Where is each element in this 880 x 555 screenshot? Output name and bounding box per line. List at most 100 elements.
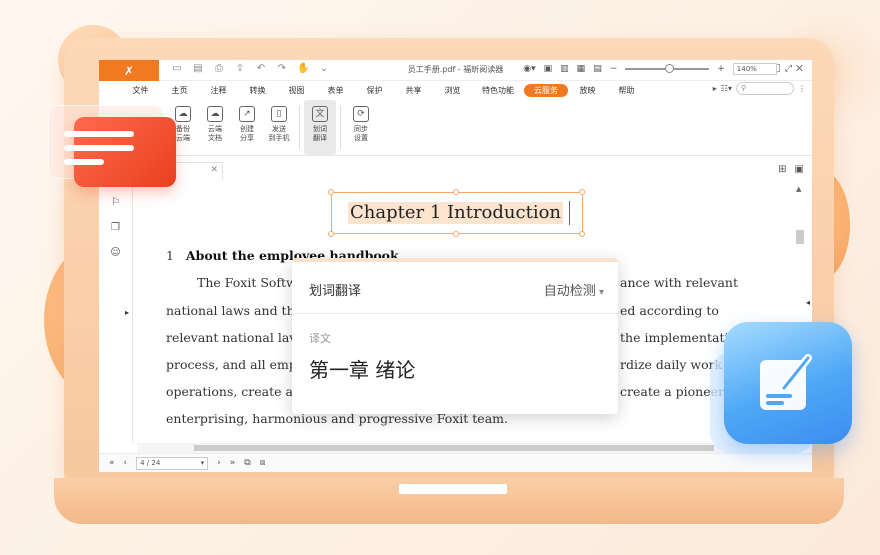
cloud-backup-icon: ☁ [175, 106, 191, 122]
selection-handle[interactable] [453, 189, 459, 195]
fit-page-icon[interactable]: ⧈ [260, 458, 266, 468]
horizontal-scrollbar[interactable] [137, 443, 797, 453]
menu-item[interactable]: 帮助 [607, 85, 646, 96]
collapse-right-icon[interactable]: ◂ [806, 298, 810, 307]
button-label: 创建 [240, 125, 254, 133]
sync-settings-button[interactable]: ⟳ 同步 设置 [345, 100, 377, 155]
body-text: relevant national lav [166, 330, 297, 345]
zoom-level[interactable]: 140% [732, 63, 777, 75]
section-number: 1 [166, 248, 174, 263]
selection-handle[interactable] [579, 231, 585, 237]
menu-bar: 文件 主页 注释 转换 视图 表单 保护 共享 浏览 特色功能 云服务 放映 帮… [99, 81, 812, 99]
close-icon[interactable]: ✕ [795, 62, 804, 75]
translation-label: 译文 [309, 332, 331, 345]
zoom-in-icon[interactable]: + [717, 64, 725, 74]
menu-item[interactable]: 转换 [238, 85, 277, 96]
page-number-input[interactable]: 4 / 24 [136, 456, 209, 470]
last-page-icon[interactable]: » [230, 458, 236, 468]
page-heading[interactable]: Chapter 1 Introduction [348, 202, 563, 224]
button-label: 云端 [208, 125, 222, 133]
spread-icon[interactable]: ▤ [593, 64, 602, 74]
selection-handle[interactable] [328, 189, 334, 195]
cloud-doc-icon: ☁ [207, 106, 223, 122]
selection-handle[interactable] [328, 231, 334, 237]
zoom-slider[interactable] [625, 64, 710, 73]
button-label: 同步 [354, 125, 368, 133]
menu-item[interactable]: 共享 [394, 85, 433, 96]
translation-popup: 划词翻译 自动检测 译文 第一章 绪论 [292, 258, 618, 414]
button-label: 划词 [313, 125, 327, 133]
zoom-knob[interactable] [665, 64, 675, 73]
icon-line [64, 145, 134, 151]
body-text: national laws and th [166, 303, 295, 318]
button-label: 翻译 [313, 134, 327, 142]
menu-item[interactable]: 视图 [277, 85, 316, 96]
menu-item[interactable]: 注释 [199, 85, 238, 96]
menu-item[interactable]: 主页 [160, 85, 199, 96]
button-label: 云端 [176, 134, 190, 142]
button-label: 设置 [354, 134, 368, 142]
menu-item[interactable]: 特色功能 [472, 85, 524, 96]
layout-icon[interactable]: ☷▾ [721, 84, 732, 93]
prev-page-icon[interactable]: ‹ [124, 458, 128, 468]
menu-item[interactable]: 放映 [568, 85, 607, 96]
button-label: 文档 [208, 134, 222, 142]
popup-title: 划词翻译 [309, 284, 362, 299]
comment-icon[interactable]: ☺ [110, 247, 120, 258]
body-text: ance with relevant [620, 275, 738, 290]
single-page-icon[interactable]: ▣ [544, 64, 553, 74]
close-tab-icon[interactable]: ✕ [210, 165, 218, 175]
button-label: 发送 [272, 125, 286, 133]
tab-tools: ⊞ ▣ [778, 164, 804, 175]
language-detect-dropdown[interactable]: 自动检测 [544, 280, 604, 299]
ribbon-toolbar: ☁ 备份 云端 ☁ 云端 文档 ↗ 创建 分享 ▯ 发送 到手机 文 划词 翻译… [99, 100, 812, 156]
expand-arrow-icon[interactable]: ▸ [713, 84, 717, 93]
icon-line [64, 159, 104, 165]
create-share-button[interactable]: ↗ 创建 分享 [231, 100, 263, 155]
selected-heading-box[interactable]: Chapter 1 Introduction [331, 192, 583, 234]
first-page-icon[interactable]: « [109, 458, 115, 468]
share-icon: ↗ [239, 106, 255, 122]
pen-note-icon [760, 354, 812, 410]
translation-result: 第一章 绪论 [309, 358, 416, 382]
text-lines-icon [64, 117, 176, 187]
zoom-out-icon[interactable]: − [610, 64, 618, 74]
body-text: process, and all emp [166, 357, 297, 372]
bookmark-icon[interactable]: ⚐ [111, 197, 120, 208]
menu-item[interactable]: 文件 [121, 85, 160, 96]
copy-page-icon[interactable]: ⧉ [244, 458, 250, 468]
cloud-doc-button[interactable]: ☁ 云端 文档 [199, 100, 231, 155]
translate-button[interactable]: 文 划词 翻译 [304, 100, 336, 155]
scroll-thumb[interactable] [194, 445, 714, 451]
menu-right-tools: ▸ ☷▾ ⚲ ⋮ [713, 82, 806, 95]
body-text: rdize daily work [620, 357, 723, 372]
selection-handle[interactable] [579, 189, 585, 195]
fullscreen-icon[interactable]: ⤢ [785, 64, 792, 74]
body-text: operations, create a [166, 384, 293, 399]
scroll-thumb[interactable] [796, 230, 804, 244]
floating-document-badge [48, 105, 176, 187]
selection-handle[interactable] [453, 231, 459, 237]
grid-view-icon[interactable]: ⊞ [778, 164, 786, 175]
two-page-icon[interactable]: ▦ [577, 64, 586, 74]
menu-item[interactable]: 保护 [355, 85, 394, 96]
view-mode-icon[interactable]: ◉▾ [523, 64, 535, 74]
expand-panel-icon[interactable]: ▸ [125, 308, 129, 317]
search-input[interactable]: ⚲ [736, 82, 794, 95]
menu-item[interactable]: 浏览 [433, 85, 472, 96]
next-page-icon[interactable]: › [217, 458, 221, 468]
panel-icon[interactable]: ▣ [795, 164, 804, 175]
more-icon[interactable]: ⋮ [798, 84, 806, 93]
body-text: ed according to [620, 303, 719, 318]
phone-icon: ▯ [271, 106, 287, 122]
menu-item[interactable]: 表单 [316, 85, 355, 96]
text-cursor [569, 201, 570, 225]
pages-icon[interactable]: ❐ [111, 222, 120, 233]
scroll-up-icon[interactable]: ▲ [796, 185, 801, 193]
search-icon: ⚲ [741, 84, 747, 92]
continuous-icon[interactable]: ▥ [560, 64, 569, 74]
body-text: The Foxit Softw [197, 275, 297, 290]
menu-item-cloud-active[interactable]: 云服务 [524, 83, 568, 97]
send-to-phone-button[interactable]: ▯ 发送 到手机 [263, 100, 295, 155]
edit-note-icon [724, 322, 852, 444]
